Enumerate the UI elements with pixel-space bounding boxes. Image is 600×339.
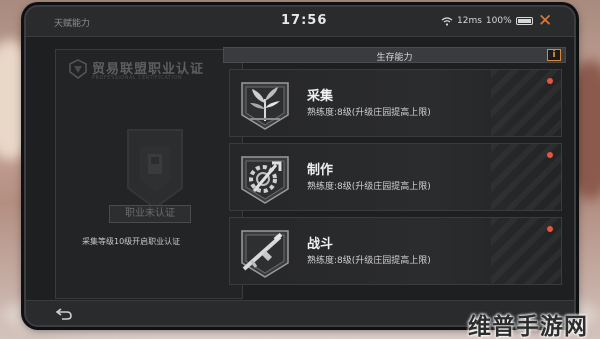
network-latency: 12ms — [457, 16, 482, 26]
certification-panel: 贸易联盟职业认证 PROFESSIONAL CERTIFICATION 职业未认… — [55, 49, 243, 299]
window-title: 天赋能力 — [54, 19, 91, 29]
skill-card-harvest[interactable]: 采集 熟练度:8级(升级庄园提高上限) — [229, 69, 562, 137]
skill-proficiency: 熟练度:8级(升级庄园提高上限) — [307, 256, 431, 266]
skill-card-crafting[interactable]: 制作 熟练度:8级(升级庄园提高上限) — [229, 143, 562, 211]
certification-subtitle: PROFESSIONAL CERTIFICATION — [92, 75, 183, 81]
alliance-logo-icon — [69, 59, 87, 79]
clock: 17:56 — [281, 13, 328, 28]
back-arrow-icon[interactable] — [56, 307, 72, 321]
status-bar: 天赋能力 17:56 12ms 100% ✕ — [26, 7, 574, 37]
battery-percent: 100% — [485, 16, 512, 26]
skill-name: 采集 — [307, 89, 334, 104]
battery-icon — [515, 17, 533, 25]
notification-dot — [547, 152, 553, 158]
skill-card-combat[interactable]: 战斗 熟练度:8级(升级庄园提高上限) — [229, 217, 562, 285]
wifi-icon — [441, 16, 453, 26]
notification-dot — [547, 226, 553, 232]
certification-status-button[interactable]: 职业未认证 — [109, 205, 191, 223]
status-indicators: 12ms 100% — [441, 16, 533, 26]
skill-proficiency: 熟练度:8级(升级庄园提高上限) — [307, 182, 431, 192]
game-window: 天赋能力 17:56 12ms 100% ✕ 贸易联盟职业认证 PROFESSI… — [24, 5, 576, 327]
crafting-gear-icon — [241, 156, 289, 204]
skill-name: 战斗 — [307, 237, 334, 252]
notification-dot — [547, 78, 553, 84]
close-x-icon[interactable]: ✕ — [538, 11, 552, 31]
info-icon[interactable]: i — [547, 49, 561, 61]
certification-badge-icon — [127, 129, 183, 210]
survival-ability-header: 生存能力 i — [223, 47, 566, 63]
combat-rifle-icon — [241, 230, 289, 278]
site-watermark: 维普手游网 — [468, 314, 588, 339]
skill-proficiency: 熟练度:8级(升级庄园提高上限) — [307, 108, 431, 118]
skill-name: 制作 — [307, 163, 334, 178]
certification-hint: 采集等级10级开启职业认证 — [82, 237, 181, 246]
section-title: 生存能力 — [376, 53, 413, 63]
harvest-plant-icon — [241, 82, 289, 130]
